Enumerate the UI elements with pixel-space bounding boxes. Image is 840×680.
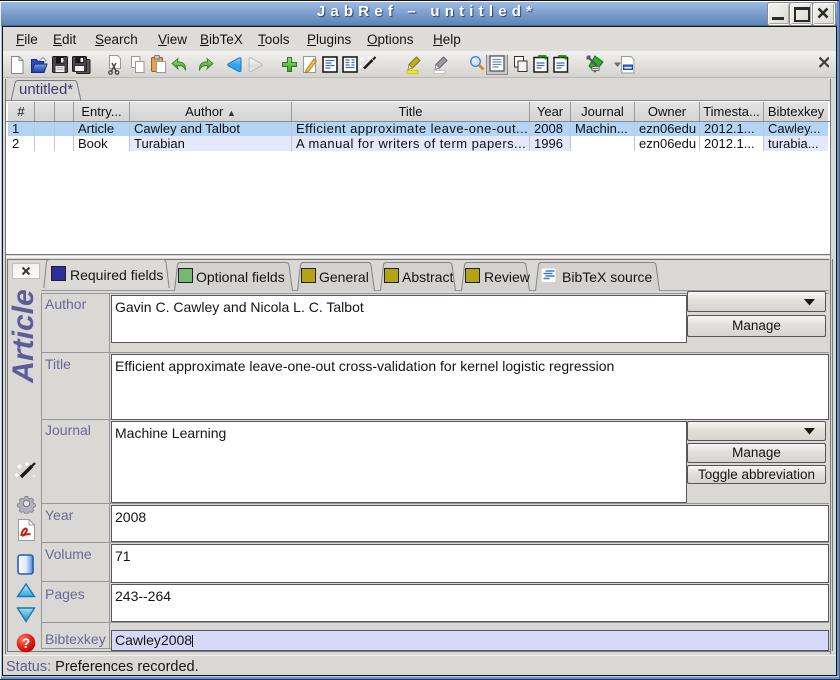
- svg-text:?: ?: [22, 636, 30, 651]
